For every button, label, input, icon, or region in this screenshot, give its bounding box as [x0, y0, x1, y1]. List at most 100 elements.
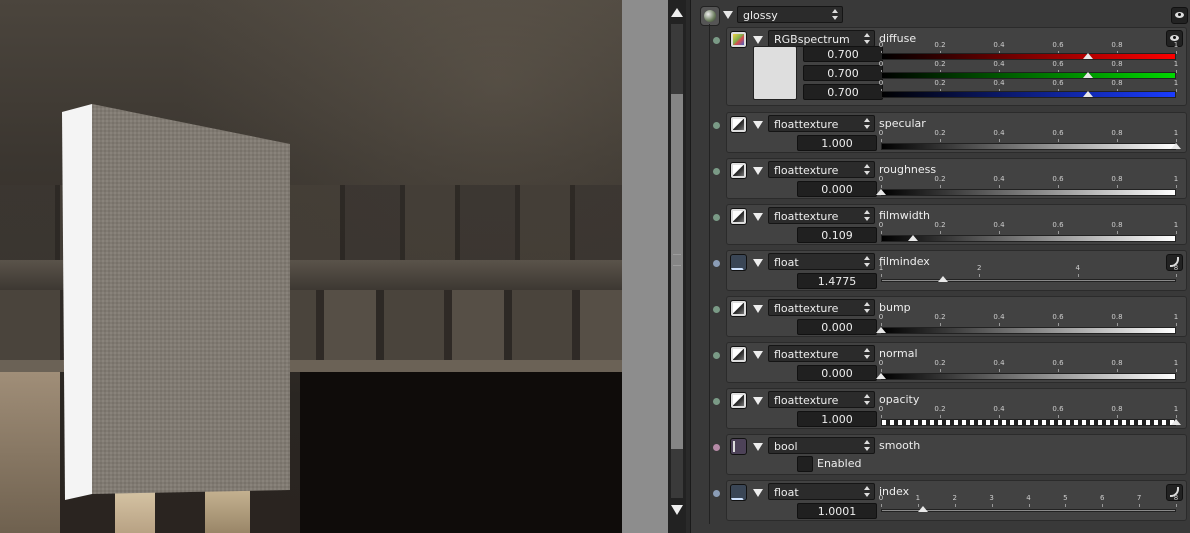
- tick-mark: [1176, 89, 1177, 92]
- bump-type-select[interactable]: floattexture: [768, 299, 875, 316]
- slider-marker-icon[interactable]: [1082, 53, 1093, 59]
- roughness-value-field[interactable]: 0.000: [797, 181, 877, 197]
- collapse-triangle-icon[interactable]: [753, 305, 763, 313]
- specular-value-field[interactable]: 1.000: [797, 135, 877, 151]
- slider-marker-icon[interactable]: [1082, 72, 1093, 78]
- slider-marker-icon[interactable]: [876, 327, 886, 333]
- filmwidth-type-value: floattexture: [774, 210, 839, 223]
- texture-icon[interactable]: [730, 300, 747, 317]
- index-type-value: float: [774, 486, 799, 499]
- slider-marker-icon[interactable]: [938, 276, 949, 282]
- opacity-type-select[interactable]: floattexture: [768, 391, 875, 408]
- curve-icon[interactable]: [730, 254, 747, 271]
- tick-mark: [881, 139, 882, 142]
- smooth-type-select[interactable]: bool: [768, 437, 875, 454]
- tick-mark: [940, 231, 941, 234]
- slider-marker-icon[interactable]: [876, 373, 886, 379]
- lit-wall: [0, 372, 60, 533]
- connector-dot[interactable]: [713, 37, 720, 44]
- collapse-triangle-icon[interactable]: [753, 489, 763, 497]
- bump-value-field[interactable]: 0.000: [797, 319, 877, 335]
- normal-value-field[interactable]: 0.000: [797, 365, 877, 381]
- material-sphere-icon[interactable]: [700, 6, 720, 26]
- smooth-checkbox[interactable]: [797, 456, 813, 472]
- scroll-up-arrow-icon[interactable]: [668, 6, 686, 18]
- filmwidth-type-select[interactable]: floattexture: [768, 207, 875, 224]
- opacity-type-value: floattexture: [774, 394, 839, 407]
- filmwidth-slider[interactable]: [881, 235, 1176, 242]
- diffuse-channel-value[interactable]: 0.700: [803, 84, 883, 100]
- collapse-triangle-icon[interactable]: [753, 121, 763, 129]
- specular-slider[interactable]: [881, 143, 1176, 150]
- roughness-slider[interactable]: [881, 189, 1176, 196]
- diffuse-red-slider[interactable]: [881, 53, 1176, 60]
- diffuse-channel-value[interactable]: 0.700: [803, 65, 883, 81]
- texture-icon[interactable]: [730, 392, 747, 409]
- rgb-texture-icon[interactable]: [730, 31, 747, 48]
- slider-marker-icon[interactable]: [1171, 143, 1181, 149]
- filmwidth-value-field[interactable]: 0.109: [797, 227, 877, 243]
- texture-icon[interactable]: [730, 346, 747, 363]
- texture-icon[interactable]: [730, 162, 747, 179]
- collapse-triangle-icon[interactable]: [753, 259, 763, 267]
- icon-glyph: [733, 165, 744, 176]
- collapse-triangle-icon[interactable]: [753, 213, 763, 221]
- bool-icon[interactable]: [730, 438, 747, 455]
- normal-slider[interactable]: [881, 373, 1176, 380]
- diffuse-green-slider[interactable]: [881, 72, 1176, 79]
- connector-dot[interactable]: [713, 398, 720, 405]
- collapse-triangle-icon[interactable]: [753, 397, 763, 405]
- slider-marker-icon[interactable]: [918, 506, 929, 512]
- tick-mark: [999, 323, 1000, 326]
- connector-dot[interactable]: [713, 214, 720, 221]
- tick-mark: [1077, 274, 1079, 277]
- connector-dot[interactable]: [713, 490, 720, 497]
- render-viewport[interactable]: [0, 0, 622, 533]
- collapse-triangle-icon[interactable]: [723, 11, 733, 19]
- icon-glyph: [733, 441, 746, 452]
- connector-dot[interactable]: [713, 352, 720, 359]
- diffuse-channel-value[interactable]: 0.700: [803, 46, 883, 62]
- connector-dot[interactable]: [713, 260, 720, 267]
- roughness-type-select[interactable]: floattexture: [768, 161, 875, 178]
- index-value-field[interactable]: 1.0001: [797, 503, 877, 519]
- slider-marker-icon[interactable]: [1082, 91, 1093, 97]
- slider-marker-icon[interactable]: [908, 235, 919, 241]
- connector-dot[interactable]: [713, 306, 720, 313]
- bump-slider[interactable]: [881, 327, 1176, 334]
- collapse-triangle-icon[interactable]: [753, 351, 763, 359]
- diffuse-type-select[interactable]: RGBspectrum: [768, 30, 875, 47]
- material-type-select[interactable]: glossy: [737, 6, 843, 23]
- scroll-down-arrow-icon[interactable]: [668, 503, 686, 517]
- texture-icon[interactable]: [730, 116, 747, 133]
- opacity-value-field[interactable]: 1.000: [797, 411, 877, 427]
- filmindex-type-select[interactable]: float: [768, 253, 875, 270]
- diffuse-blue-slider[interactable]: [881, 91, 1176, 98]
- slider-marker-icon[interactable]: [1171, 419, 1181, 425]
- diffuse-color-swatch[interactable]: [753, 46, 797, 100]
- texture-icon[interactable]: [730, 208, 747, 225]
- scale-tick-label: 0: [878, 60, 884, 68]
- filmindex-slider[interactable]: [881, 279, 1176, 282]
- smooth-checkbox-label: Enabled: [817, 457, 862, 470]
- visibility-eye-icon[interactable]: [1171, 7, 1188, 24]
- vertical-scrollbar[interactable]: [668, 0, 686, 533]
- connector-dot[interactable]: [713, 168, 720, 175]
- connector-dot[interactable]: [713, 444, 720, 451]
- collapse-triangle-icon[interactable]: [753, 167, 763, 175]
- filmindex-value-field[interactable]: 1.4775: [797, 273, 877, 289]
- curve-icon[interactable]: [730, 484, 747, 501]
- slider-marker-icon[interactable]: [876, 189, 886, 195]
- scroll-track[interactable]: [671, 24, 683, 498]
- dropdown-arrows-icon: [864, 255, 870, 268]
- tick-mark: [1117, 369, 1118, 372]
- normal-type-select[interactable]: floattexture: [768, 345, 875, 362]
- scroll-thumb[interactable]: [671, 94, 683, 449]
- collapse-triangle-icon[interactable]: [753, 443, 763, 451]
- index-type-select[interactable]: float: [768, 483, 875, 500]
- opacity-slider[interactable]: [881, 419, 1176, 426]
- collapse-triangle-icon[interactable]: [753, 36, 763, 44]
- connector-dot[interactable]: [713, 122, 720, 129]
- specular-type-select[interactable]: floattexture: [768, 115, 875, 132]
- tick-mark: [1058, 231, 1059, 234]
